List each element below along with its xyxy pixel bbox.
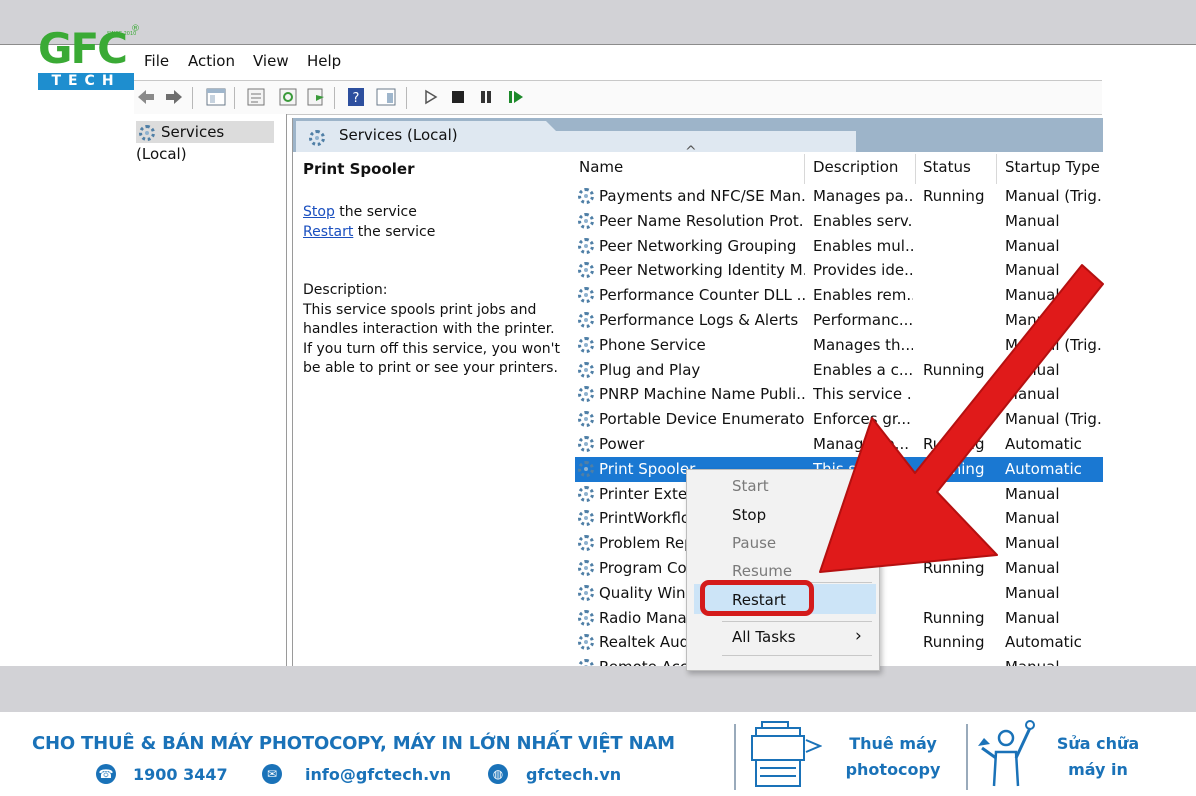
footer-email[interactable]: info@gfctech.vn <box>305 765 451 784</box>
service-rent-line1: Thuê máy <box>849 734 937 753</box>
repair-technician-icon <box>978 720 1035 787</box>
photocopier-icon <box>751 721 822 787</box>
footer-slogan: CHO THUÊ & BÁN MÁY PHOTOCOPY, MÁY IN LỚN… <box>32 733 675 754</box>
globe-icon: ◍ <box>488 764 508 784</box>
email-icon: ✉ <box>262 764 282 784</box>
footer-divider <box>966 724 968 790</box>
footer-divider <box>734 724 736 790</box>
service-rent-line2: photocopy <box>845 760 941 779</box>
footer-phone[interactable]: 1900 3447 <box>133 765 228 784</box>
phone-icon: ☎ <box>96 764 116 784</box>
footer-website[interactable]: gfctech.vn <box>526 765 621 784</box>
service-repair-line1: Sửa chữa <box>1056 734 1140 753</box>
service-repair-line2: máy in <box>1068 760 1128 779</box>
red-arrow-icon <box>819 264 1104 573</box>
